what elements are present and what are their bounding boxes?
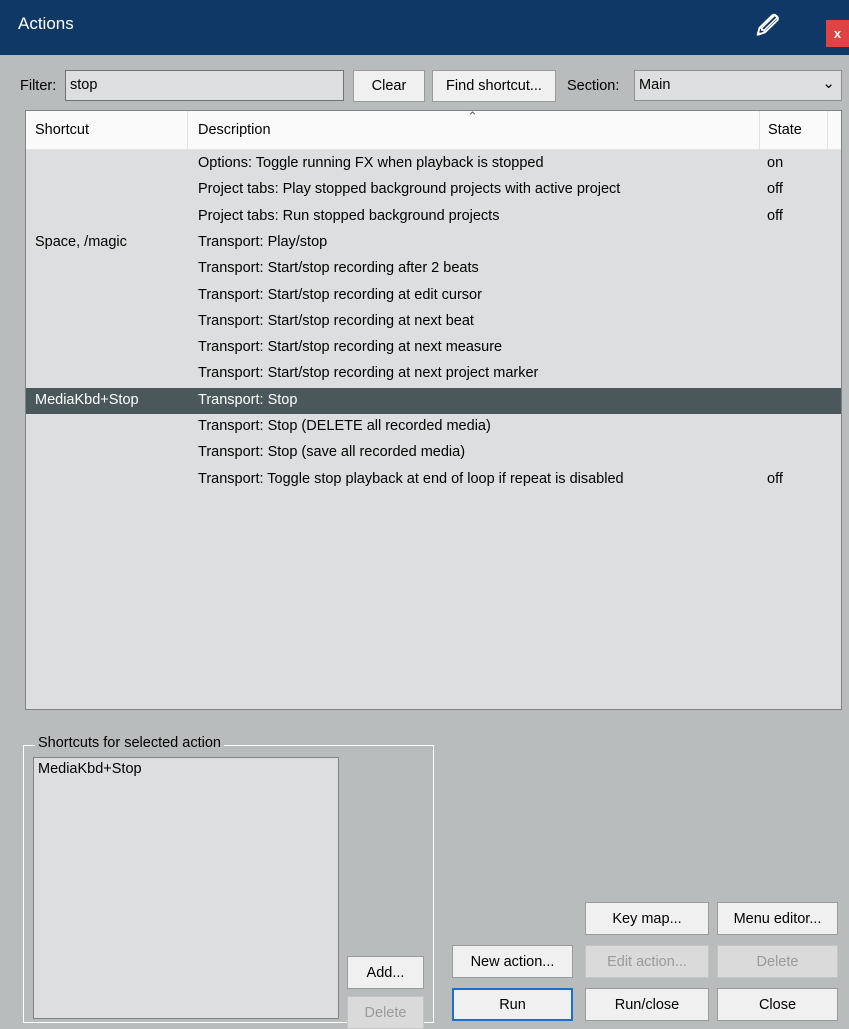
- run-button[interactable]: Run: [452, 988, 573, 1021]
- table-row[interactable]: Transport: Start/stop recording at next …: [26, 361, 841, 387]
- cell-state: on: [767, 155, 784, 171]
- cell-description: Transport: Play/stop: [198, 233, 328, 250]
- table-row[interactable]: Transport: Start/stop recording at next …: [26, 309, 841, 335]
- cell-description: Transport: Stop (DELETE all recorded med…: [198, 418, 491, 434]
- column-header-state[interactable]: State: [768, 122, 802, 138]
- pin-icon[interactable]: 🖉: [756, 9, 779, 47]
- cell-description: Transport: Start/stop recording at next …: [198, 365, 539, 382]
- cell-description: Project tabs: Run stopped background pro…: [198, 207, 500, 224]
- column-divider[interactable]: [827, 111, 828, 149]
- title-bar: Actions 🖉 x: [0, 0, 849, 55]
- column-header-shortcut[interactable]: Shortcut: [35, 122, 89, 138]
- shortcuts-groupbox-title: Shortcuts for selected action: [35, 735, 224, 751]
- column-header-description[interactable]: Description: [198, 122, 271, 138]
- cell-description: Transport: Stop: [198, 391, 298, 408]
- find-shortcut-button[interactable]: Find shortcut...: [432, 70, 556, 102]
- table-row[interactable]: Transport: Stop (DELETE all recorded med…: [26, 414, 841, 440]
- cell-shortcut: Space, /magic: [35, 233, 127, 250]
- edit-action-button[interactable]: Edit action...: [585, 945, 709, 978]
- menu-editor-button[interactable]: Menu editor...: [717, 902, 838, 935]
- column-divider[interactable]: [759, 111, 760, 149]
- cell-description: Transport: Toggle stop playback at end o…: [198, 470, 624, 487]
- table-row[interactable]: Project tabs: Run stopped background pro…: [26, 204, 841, 230]
- run-close-button[interactable]: Run/close: [585, 988, 709, 1021]
- section-value: Main: [639, 77, 671, 93]
- table-row[interactable]: Project tabs: Play stopped background pr…: [26, 177, 841, 203]
- table-row[interactable]: Transport: Toggle stop playback at end o…: [26, 467, 841, 493]
- close-window-button[interactable]: x: [826, 20, 849, 47]
- window-title: Actions: [18, 14, 74, 33]
- cell-description: Transport: Start/stop recording at edit …: [198, 286, 482, 303]
- key-map-button[interactable]: Key map...: [585, 902, 709, 935]
- delete-shortcut-button[interactable]: Delete: [347, 996, 424, 1029]
- list-header: Shortcut ⌃ Description State: [26, 111, 841, 150]
- cell-description: Options: Toggle running FX when playback…: [198, 155, 544, 171]
- cell-description: Transport: Start/stop recording at next …: [198, 312, 474, 329]
- chevron-down-icon: ⌄: [822, 75, 835, 92]
- filter-input[interactable]: stop: [65, 70, 344, 101]
- clear-button[interactable]: Clear: [353, 70, 425, 102]
- cell-description: Transport: Start/stop recording after 2 …: [198, 260, 479, 277]
- table-row[interactable]: Transport: Stop (save all recorded media…: [26, 440, 841, 466]
- close-button[interactable]: Close: [717, 988, 838, 1021]
- table-row[interactable]: Transport: Start/stop recording at next …: [26, 335, 841, 361]
- table-row[interactable]: Transport: Start/stop recording after 2 …: [26, 256, 841, 282]
- cell-state: off: [767, 181, 783, 198]
- filter-label: Filter:: [20, 78, 57, 94]
- delete-action-button[interactable]: Delete: [717, 945, 838, 978]
- actions-list[interactable]: Shortcut ⌃ Description State Options: To…: [25, 110, 842, 710]
- section-label: Section:: [567, 78, 620, 94]
- section-select[interactable]: Main ⌄: [634, 70, 842, 101]
- cell-state: off: [767, 207, 783, 224]
- table-row[interactable]: Space, /magic Transport: Play/stop: [26, 230, 841, 256]
- shortcut-list-item[interactable]: MediaKbd+Stop: [38, 761, 334, 777]
- add-shortcut-button[interactable]: Add...: [347, 956, 424, 989]
- cell-description: Transport: Start/stop recording at next …: [198, 339, 503, 356]
- cell-state: off: [767, 470, 783, 487]
- table-row[interactable]: Transport: Start/stop recording at edit …: [26, 283, 841, 309]
- sort-ascending-icon: ⌃: [467, 110, 478, 124]
- table-row[interactable]: Options: Toggle running FX when playback…: [26, 151, 841, 177]
- table-row[interactable]: MediaKbd+Stop Transport: Stop: [26, 387, 841, 414]
- new-action-button[interactable]: New action...: [452, 945, 573, 978]
- cell-description: Project tabs: Play stopped background pr…: [198, 181, 621, 198]
- cell-shortcut: MediaKbd+Stop: [35, 391, 139, 408]
- cell-description: Transport: Stop (save all recorded media…: [198, 444, 466, 461]
- column-divider[interactable]: [187, 111, 188, 149]
- shortcuts-list[interactable]: MediaKbd+Stop: [33, 757, 339, 1019]
